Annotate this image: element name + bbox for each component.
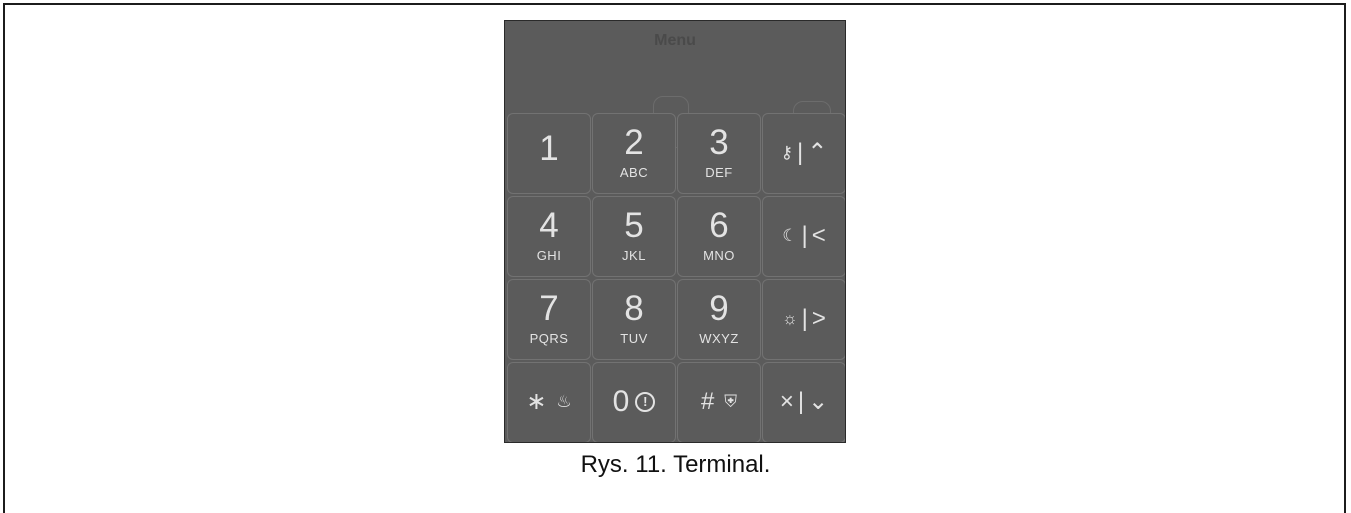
chevron-up-icon: ⌃: [807, 139, 828, 166]
key-6-letters: MNO: [703, 248, 735, 263]
key-7[interactable]: 7 PQRS: [507, 279, 591, 360]
separator: |: [801, 305, 808, 332]
asterisk-icon: ∗: [526, 388, 547, 415]
day-right-key[interactable]: ☼ | >: [762, 279, 845, 360]
key-5-digit: 5: [624, 206, 644, 245]
menu-title[interactable]: Menu: [505, 32, 845, 50]
fire-icon: ♨: [556, 392, 572, 411]
key-0-digit: 0: [612, 385, 630, 418]
key-5-letters: JKL: [622, 248, 646, 263]
zero-alarm-key[interactable]: 0 !: [592, 362, 676, 442]
terminal-screen: Menu 1 2 ABC 3 DEF ⚷ | ⌃ 4 GHI 5 JKL 6 M…: [504, 20, 846, 443]
star-fire-key[interactable]: ∗ ♨: [507, 362, 591, 442]
chevron-left-icon: <: [811, 222, 826, 249]
key-9-letters: WXYZ: [699, 331, 739, 346]
separator: |: [801, 222, 808, 249]
keypad: 1 2 ABC 3 DEF ⚷ | ⌃ 4 GHI 5 JKL 6 MNO ☾ …: [505, 113, 845, 442]
key-1[interactable]: 1: [507, 113, 591, 194]
key-3-digit: 3: [709, 123, 729, 162]
key-8[interactable]: 8 TUV: [592, 279, 676, 360]
chevron-right-icon: >: [811, 305, 826, 332]
key-2-digit: 2: [624, 123, 644, 162]
moon-icon: ☾: [782, 226, 798, 245]
hash-icon: #: [700, 388, 715, 415]
police-icon: ⛨: [724, 392, 738, 411]
figure-caption: Rys. 11. Terminal.: [580, 451, 771, 478]
key-3-letters: DEF: [705, 165, 733, 180]
key-7-digit: 7: [539, 289, 559, 328]
key-1-digit: 1: [539, 129, 559, 168]
sun-icon: ☼: [782, 309, 798, 328]
key-6-digit: 6: [709, 206, 729, 245]
hash-police-key[interactable]: # ⛨: [677, 362, 761, 442]
separator: |: [797, 388, 805, 415]
key-4[interactable]: 4 GHI: [507, 196, 591, 277]
chevron-down-icon: ⌄: [808, 388, 829, 415]
key-8-letters: TUV: [620, 331, 648, 346]
key-6[interactable]: 6 MNO: [677, 196, 761, 277]
key-icon: ⚷: [780, 143, 794, 162]
night-left-key[interactable]: ☾ | <: [762, 196, 845, 277]
close-icon: ×: [779, 388, 794, 415]
key-4-digit: 4: [539, 206, 559, 245]
key-9-digit: 9: [709, 289, 729, 328]
key-8-digit: 8: [624, 289, 644, 328]
separator: |: [797, 139, 804, 166]
alarm-icon: !: [635, 392, 656, 412]
arm-up-key[interactable]: ⚷ | ⌃: [762, 113, 845, 194]
key-2[interactable]: 2 ABC: [592, 113, 676, 194]
key-9[interactable]: 9 WXYZ: [677, 279, 761, 360]
key-4-letters: GHI: [536, 248, 562, 263]
clear-down-key[interactable]: × | ⌄: [762, 362, 845, 442]
key-5[interactable]: 5 JKL: [592, 196, 676, 277]
key-7-letters: PQRS: [529, 331, 569, 346]
key-2-letters: ABC: [619, 165, 649, 180]
key-3[interactable]: 3 DEF: [677, 113, 761, 194]
